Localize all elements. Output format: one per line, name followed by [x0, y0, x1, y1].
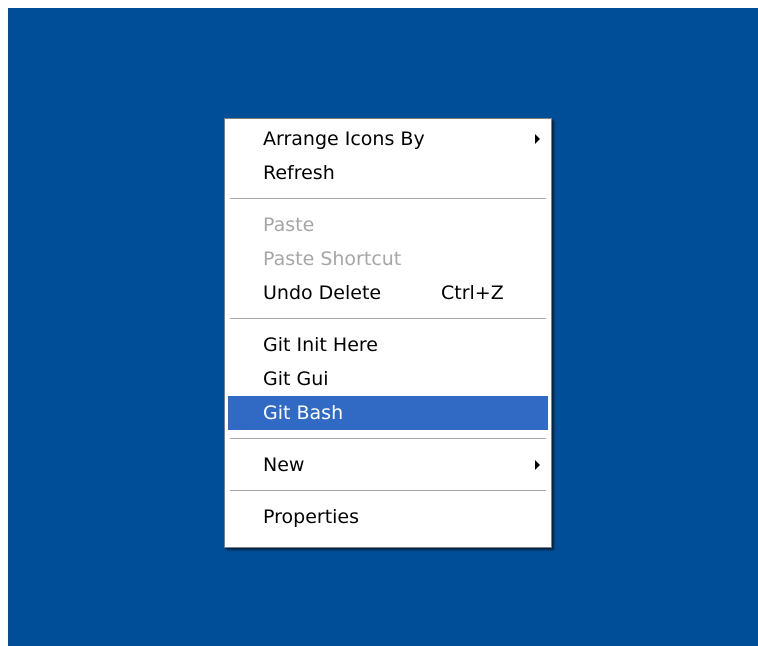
desktop-context-menu: Arrange Icons By Refresh Paste Paste Sho…	[224, 118, 552, 548]
menu-item-label: Undo Delete	[263, 282, 382, 304]
menu-item-label: Git Bash	[263, 402, 344, 424]
menu-item-refresh[interactable]: Refresh	[228, 156, 548, 190]
menu-separator	[230, 318, 546, 320]
menu-separator	[230, 198, 546, 200]
menu-item-label: Properties	[263, 506, 360, 528]
menu-separator	[230, 490, 546, 492]
submenu-arrow-icon	[535, 460, 540, 470]
menu-item-label: Paste Shortcut	[263, 248, 402, 270]
menu-item-label: Paste	[263, 214, 315, 236]
menu-item-label: Git Gui	[263, 368, 329, 390]
menu-item-paste-shortcut: Paste Shortcut	[228, 242, 548, 276]
menu-item-git-init-here[interactable]: Git Init Here	[228, 328, 548, 362]
submenu-arrow-icon	[535, 134, 540, 144]
menu-item-git-gui[interactable]: Git Gui	[228, 362, 548, 396]
menu-item-paste: Paste	[228, 208, 548, 242]
menu-item-undo-delete[interactable]: Undo Delete Ctrl+Z	[228, 276, 548, 310]
menu-item-label: Git Init Here	[263, 334, 378, 356]
menu-item-label: Arrange Icons By	[263, 128, 425, 150]
menu-item-new[interactable]: New	[228, 448, 548, 482]
desktop-background[interactable]: Arrange Icons By Refresh Paste Paste Sho…	[8, 8, 758, 646]
menu-separator	[230, 438, 546, 440]
menu-item-shortcut: Ctrl+Z	[441, 282, 504, 304]
menu-item-label: Refresh	[263, 162, 335, 184]
menu-item-properties[interactable]: Properties	[228, 500, 548, 534]
menu-item-arrange-icons-by[interactable]: Arrange Icons By	[228, 122, 548, 156]
menu-item-git-bash[interactable]: Git Bash	[228, 396, 548, 430]
menu-item-label: New	[263, 454, 305, 476]
